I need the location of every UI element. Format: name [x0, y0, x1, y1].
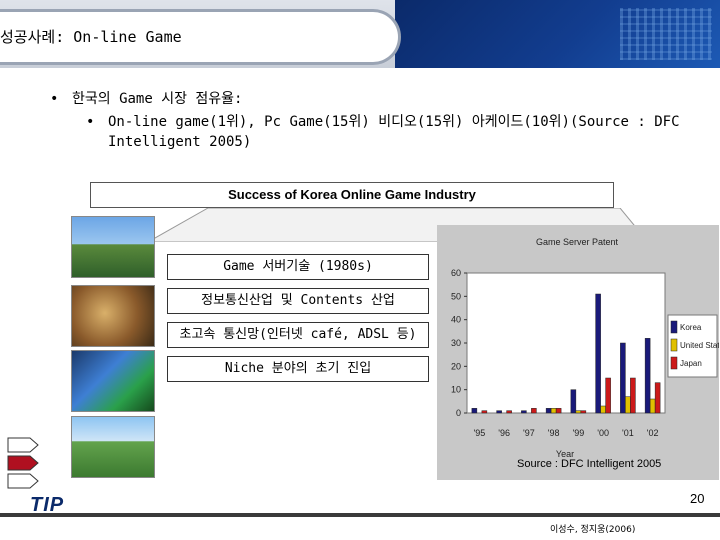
game-screenshot-image [71, 350, 155, 412]
bar-united-states [625, 396, 631, 414]
factor-box-broadband: 초고속 통신망(인터넷 café, ADSL 등) [167, 322, 429, 348]
x-tick-label: '99 [573, 428, 585, 438]
bar-japan [555, 408, 562, 414]
legend-label: Japan [680, 359, 702, 368]
bar-japan [654, 382, 661, 414]
y-tick-label: 30 [451, 338, 461, 348]
legend-swatch [670, 356, 678, 370]
x-tick-label: '98 [548, 428, 560, 438]
bar-korea [644, 338, 651, 414]
bullet-rankings: • On-line game(1위), Pc Game(15위) 비디오(15위… [86, 112, 686, 152]
patent-chart: Game Server Patent 0 10 20 30 40 50 60 '95 '96 '97… [437, 225, 719, 480]
bar-japan [506, 410, 512, 414]
y-tick-label: 40 [451, 315, 461, 325]
bar-korea [471, 408, 478, 414]
bar-united-states [550, 408, 557, 414]
legend-label: United States [680, 341, 719, 350]
bar-korea [620, 342, 626, 414]
y-tick-label: 0 [456, 408, 461, 418]
bar-korea [595, 293, 601, 414]
bar-japan [605, 377, 611, 414]
bar-japan [531, 408, 537, 414]
chart-title: Game Server Patent [536, 237, 619, 247]
bar-japan [580, 410, 587, 414]
game-screenshot-image [71, 285, 155, 347]
bar-korea [496, 410, 502, 414]
x-tick-label: '01 [622, 428, 634, 438]
success-banner: Success of Korea Online Game Industry [90, 182, 614, 208]
footer-credit: 이성수, 정지웅(2006) [550, 525, 636, 535]
slide-title: 성공사례: On-line Game [0, 28, 182, 46]
factor-box-server-tech: Game 서버기술 (1980s) [167, 254, 429, 280]
y-tick-label: 10 [451, 385, 461, 395]
y-tick-label: 50 [451, 291, 461, 301]
bullet-text: On-line game(1위), Pc Game(15위) 비디오(15위) … [108, 114, 680, 150]
page-number: 20 [690, 491, 705, 506]
legend-swatch [670, 320, 678, 334]
bar-united-states [600, 405, 606, 414]
bullet-text: 한국의 Game 시장 점유율: [72, 91, 243, 107]
x-tick-label: '02 [647, 428, 659, 438]
bar-korea [570, 389, 577, 414]
patent-chart-svg: Game Server Patent 0 10 20 30 40 50 60 '95 '96 '97… [451, 237, 719, 459]
bullet-icon: • [50, 91, 59, 107]
y-tick-label: 20 [451, 361, 461, 371]
x-tick-label: '95 [474, 428, 486, 438]
y-tick-label: 60 [451, 268, 461, 278]
x-tick-label: '00 [597, 428, 609, 438]
x-tick-label: '97 [523, 428, 535, 438]
game-screenshot-image [71, 216, 155, 278]
bar-japan [481, 410, 488, 414]
bar-korea [521, 410, 527, 414]
bar-united-states [575, 410, 582, 414]
chart-source-caption: Source : DFC Intelligent 2005 [517, 458, 662, 470]
header-decoration [620, 8, 712, 60]
bullet-icon: • [86, 114, 95, 130]
game-screenshot-image [71, 416, 155, 478]
x-tick-label: '96 [498, 428, 510, 438]
logo-icon [7, 437, 39, 489]
legend-label: Korea [680, 323, 702, 332]
bar-japan [630, 377, 636, 414]
bar-united-states [649, 398, 656, 414]
legend-swatch [670, 338, 678, 352]
factor-box-ict-contents: 정보통신산업 및 Contents 산업 [167, 288, 429, 314]
bullet-market-share: • 한국의 Game 시장 점유율: [50, 88, 242, 108]
bar-korea [545, 408, 552, 414]
factor-box-niche-entry: Niche 분야의 초기 진입 [167, 356, 429, 382]
